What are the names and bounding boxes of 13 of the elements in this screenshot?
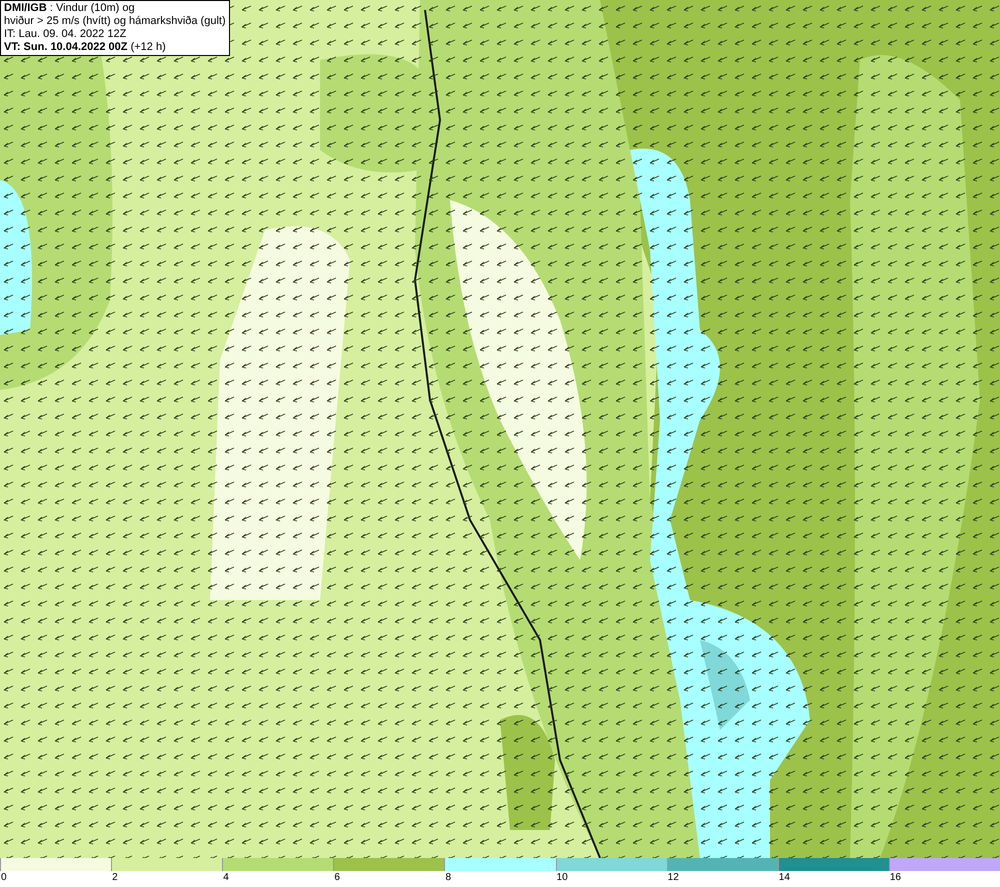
legend-tick-label: 6 xyxy=(333,871,340,885)
info-text: DMI/IGB : Vindur (10m) og xyxy=(4,2,136,15)
legend-tick-label: 10 xyxy=(556,871,568,885)
info-text: IT: Lau. 09. 04. 2022 12Z xyxy=(4,28,128,41)
info-text: VT: Sun. 10.04.2022 00Z (+12 h) xyxy=(4,41,167,54)
info-text: hviður > 25 m/s (hvítt) og hámarkshviða (gult) xyxy=(4,15,226,28)
legend-tick-label: 2 xyxy=(111,871,118,885)
legend-tick-label: 0 xyxy=(0,871,7,885)
legend-tick-label: 8 xyxy=(444,871,451,885)
legend-tick-label: 16 xyxy=(888,871,901,885)
legend-tick-label: 14 xyxy=(778,871,790,885)
legend-tick-label: 4 xyxy=(222,871,229,885)
legend-tick-label: 12 xyxy=(666,871,679,885)
